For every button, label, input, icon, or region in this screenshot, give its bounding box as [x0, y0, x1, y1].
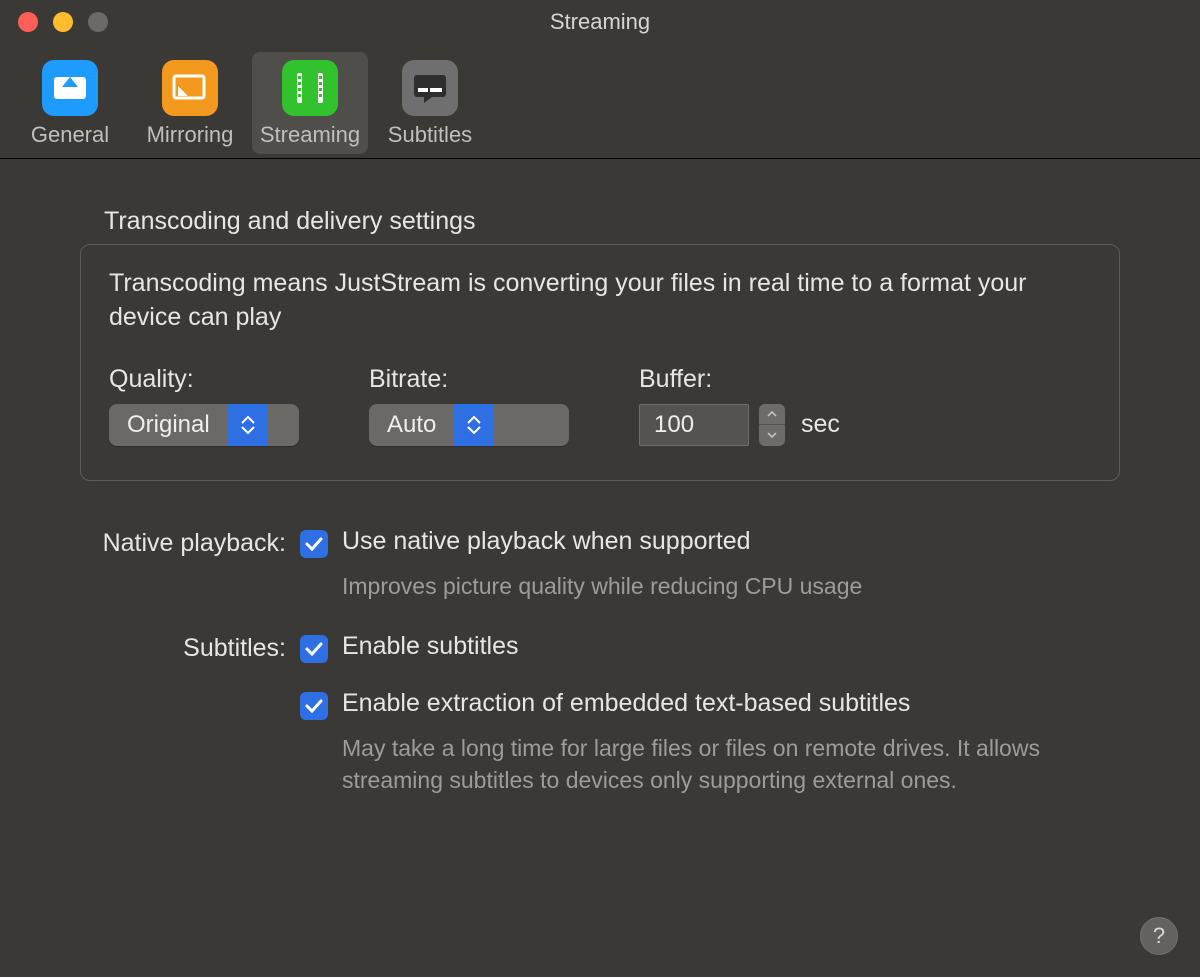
extract-subtitles-label: Enable extraction of embedded text-based… — [342, 689, 910, 718]
streaming-icon — [282, 60, 338, 116]
streaming-pane: Transcoding and delivery settings Transc… — [0, 159, 1200, 796]
bitrate-select[interactable]: Auto — [369, 404, 569, 446]
subtitles-icon — [402, 60, 458, 116]
transcoding-description: Transcoding means JustStream is converti… — [109, 267, 1091, 335]
quality-label: Quality: — [109, 365, 299, 394]
tab-streaming[interactable]: Streaming — [252, 52, 368, 154]
transcoding-box: Transcoding means JustStream is converti… — [80, 244, 1120, 481]
native-playback-checkbox[interactable] — [300, 530, 328, 558]
close-window-button[interactable] — [18, 12, 38, 32]
buffer-input[interactable] — [639, 404, 749, 446]
extract-subtitles-help: May take a long time for large files or … — [342, 732, 1120, 796]
quality-select[interactable]: Original — [109, 404, 299, 446]
tab-general-label: General — [31, 122, 109, 148]
chevron-updown-icon — [454, 404, 494, 446]
transcoding-section-title: Transcoding and delivery settings — [104, 207, 1120, 236]
window-controls — [18, 0, 108, 44]
preferences-toolbar: General Mirroring Streaming Subtitles — [0, 44, 1200, 159]
native-playback-label: Native playback: — [80, 527, 300, 602]
window-title: Streaming — [550, 9, 650, 35]
buffer-label: Buffer: — [639, 365, 840, 394]
subtitles-row-label: Subtitles: — [80, 632, 300, 796]
stepper-down-icon[interactable] — [759, 425, 785, 446]
minimize-window-button[interactable] — [53, 12, 73, 32]
tab-streaming-label: Streaming — [260, 122, 360, 148]
stepper-up-icon[interactable] — [759, 404, 785, 426]
tab-subtitles-label: Subtitles — [388, 122, 472, 148]
enable-subtitles-label: Enable subtitles — [342, 632, 519, 661]
native-playback-help: Improves picture quality while reducing … — [342, 570, 1120, 602]
zoom-window-button[interactable] — [88, 12, 108, 32]
mirroring-icon — [162, 60, 218, 116]
titlebar: Streaming — [0, 0, 1200, 44]
quality-value: Original — [109, 411, 228, 439]
help-button[interactable]: ? — [1140, 917, 1178, 955]
native-playback-check-label: Use native playback when supported — [342, 527, 751, 556]
tab-general[interactable]: General — [12, 52, 128, 154]
tab-mirroring-label: Mirroring — [147, 122, 234, 148]
buffer-stepper[interactable] — [759, 404, 785, 446]
buffer-unit: sec — [801, 410, 840, 439]
bitrate-value: Auto — [369, 411, 454, 439]
check-icon — [305, 699, 323, 713]
check-icon — [305, 642, 323, 656]
general-icon — [42, 60, 98, 116]
chevron-updown-icon — [228, 404, 268, 446]
enable-subtitles-checkbox[interactable] — [300, 635, 328, 663]
tab-mirroring[interactable]: Mirroring — [132, 52, 248, 154]
check-icon — [305, 537, 323, 551]
extract-subtitles-checkbox[interactable] — [300, 692, 328, 720]
bitrate-label: Bitrate: — [369, 365, 569, 394]
tab-subtitles[interactable]: Subtitles — [372, 52, 488, 154]
